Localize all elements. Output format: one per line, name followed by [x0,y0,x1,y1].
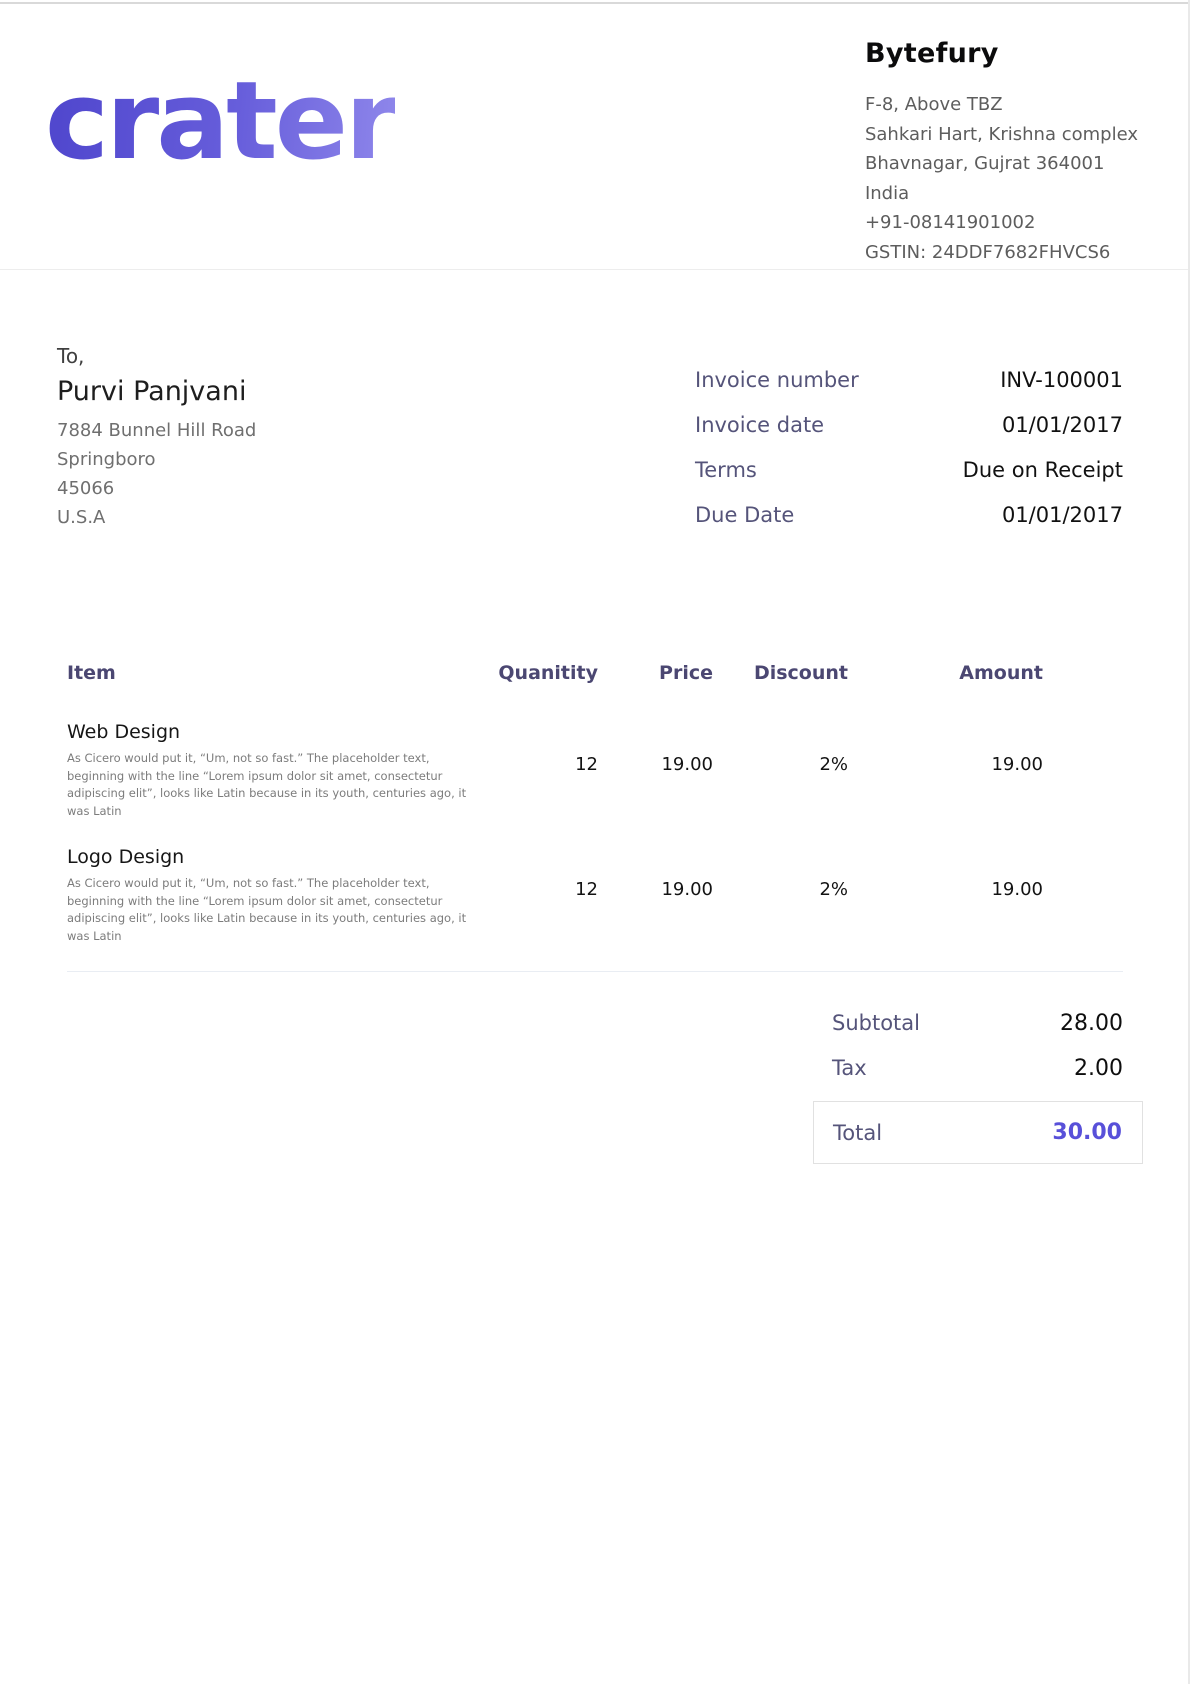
item-description: As Cicero would put it, “Um, not so fast… [67,875,483,945]
item-cell: Logo Design As Cicero would put it, “Um,… [67,846,483,945]
company-address-line: Sahkari Hart, Krishna complex [865,120,1138,150]
col-header-item: Item [67,662,483,684]
due-date-value: 01/01/2017 [1002,503,1123,527]
invoice-number-label: Invoice number [695,364,859,396]
invoice-page: crater Bytefury F-8, Above TBZ Sahkari H… [0,0,1190,1684]
items-table-header: Item Quanitity Price Discount Amount [67,662,1123,684]
customer-name: Purvi Panjvani [57,376,695,407]
terms-value: Due on Receipt [963,458,1123,482]
invoice-meta-row: Invoice date 01/01/2017 [695,409,1123,441]
invoice-date-value: 01/01/2017 [1002,413,1123,437]
item-price: 19.00 [598,721,713,820]
item-quantity: 12 [483,721,598,820]
company-address-line: India [865,179,1138,209]
invoice-meta-row: Terms Due on Receipt [695,454,1123,486]
total-box: Total 30.00 [813,1101,1143,1164]
item-price: 19.00 [598,846,713,945]
invoice-number-value: INV-100001 [1000,368,1123,392]
invoice-info-section: To, Purvi Panjvani 7884 Bunnel Hill Road… [0,270,1190,544]
item-discount: 2% [713,846,848,945]
items-table: Item Quanitity Price Discount Amount Web… [67,662,1123,972]
crater-logo: crater [45,68,395,176]
item-name: Logo Design [67,846,483,869]
company-gstin: GSTIN: 24DDF7682FHVCS6 [865,238,1138,268]
bill-to-block: To, Purvi Panjvani 7884 Bunnel Hill Road… [57,343,695,544]
item-amount: 19.00 [848,721,1043,820]
subtotal-value: 28.00 [1060,1011,1123,1036]
invoice-date-label: Invoice date [695,409,824,441]
items-bottom-divider [67,971,1123,972]
item-amount: 19.00 [848,846,1043,945]
table-row: Web Design As Cicero would put it, “Um, … [67,721,1123,820]
invoice-meta-row: Invoice number INV-100001 [695,364,1123,396]
tax-value: 2.00 [1074,1056,1123,1081]
invoice-meta-row: Due Date 01/01/2017 [695,499,1123,531]
tax-row: Tax 2.00 [813,1052,1143,1084]
col-header-amount: Amount [848,662,1043,684]
item-cell: Web Design As Cicero would put it, “Um, … [67,721,483,820]
subtotal-row: Subtotal 28.00 [813,1007,1143,1039]
col-header-discount: Discount [713,662,848,684]
customer-address: 7884 Bunnel Hill Road Springboro 45066 U… [57,416,695,532]
invoice-meta-block: Invoice number INV-100001 Invoice date 0… [695,364,1123,544]
table-row: Logo Design As Cicero would put it, “Um,… [67,846,1123,945]
company-name: Bytefury [865,38,1138,69]
company-address: F-8, Above TBZ Sahkari Hart, Krishna com… [865,90,1138,267]
subtotal-label: Subtotal [832,1007,920,1039]
col-header-quantity: Quanitity [483,662,598,684]
due-date-label: Due Date [695,499,794,531]
company-address-line: F-8, Above TBZ [865,90,1138,120]
item-description: As Cicero would put it, “Um, not so fast… [67,750,483,820]
customer-address-line: 7884 Bunnel Hill Road [57,416,695,445]
customer-address-line: U.S.A [57,503,695,532]
company-block: Bytefury F-8, Above TBZ Sahkari Hart, Kr… [865,38,1138,267]
total-label: Total [833,1121,882,1145]
totals-block: Subtotal 28.00 Tax 2.00 Total 30.00 [813,1007,1143,1164]
item-name: Web Design [67,721,483,744]
col-header-price: Price [598,662,713,684]
to-label: To, [57,343,695,369]
invoice-header: crater Bytefury F-8, Above TBZ Sahkari H… [0,0,1190,270]
company-address-line: Bhavnagar, Gujrat 364001 [865,149,1138,179]
top-edge-line [0,2,1190,4]
customer-address-line: 45066 [57,474,695,503]
item-quantity: 12 [483,846,598,945]
tax-label: Tax [832,1052,867,1084]
total-value: 30.00 [1052,1120,1122,1145]
item-discount: 2% [713,721,848,820]
customer-address-line: Springboro [57,445,695,474]
company-phone: +91-08141901002 [865,208,1138,238]
terms-label: Terms [695,454,757,486]
